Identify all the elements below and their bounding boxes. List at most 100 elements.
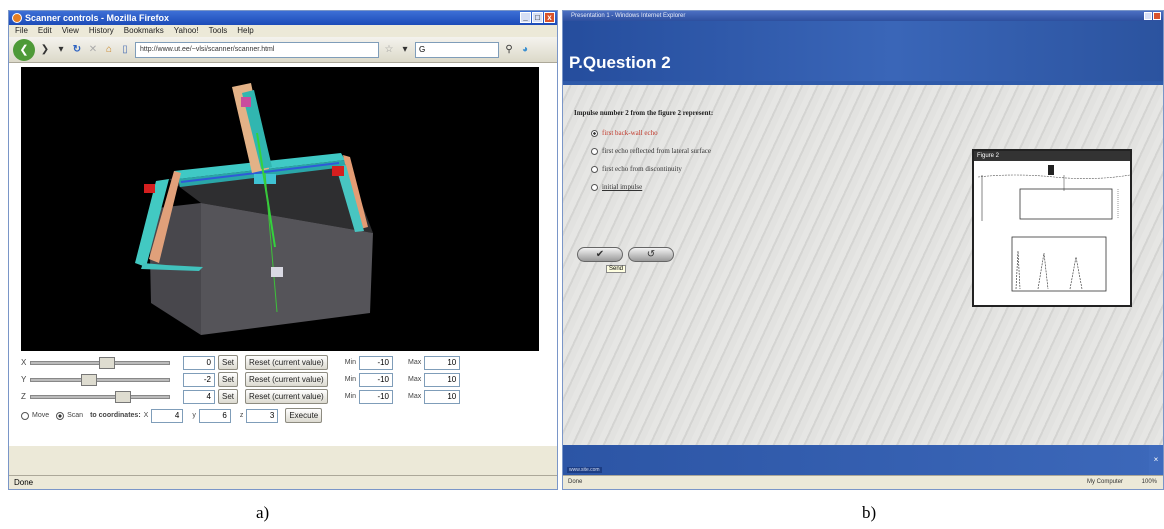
- coord-y-label: y: [192, 412, 196, 419]
- menu-yahoo[interactable]: Yahoo!: [174, 25, 199, 37]
- y-slider[interactable]: [30, 373, 170, 386]
- move-label: Move: [32, 412, 50, 419]
- y-min-input[interactable]: -10: [359, 372, 393, 387]
- minimize-button[interactable]: [1144, 12, 1152, 20]
- search-input[interactable]: G: [415, 41, 499, 58]
- axis-row-z: Z 4 Set Reset (current value) Min -10 Ma…: [21, 388, 541, 405]
- answer-radio[interactable]: [591, 147, 598, 155]
- close-button[interactable]: [1153, 12, 1161, 20]
- axis-label: Z: [21, 392, 26, 401]
- title-bar: Scanner controls - Mozilla Firefox _ □ x: [9, 11, 557, 25]
- coordinate-row: Move Scan to coordinates: X 4 y 6 z 3 Ex…: [21, 407, 541, 424]
- coord-z-input[interactable]: 3: [246, 408, 279, 423]
- footer-link[interactable]: www.site.com: [567, 467, 602, 473]
- figure-title: Figure 2: [974, 151, 1130, 161]
- coord-x-label: X: [143, 412, 149, 419]
- x-min-input[interactable]: -10: [359, 355, 393, 370]
- scanner-model-graphic: [135, 83, 373, 335]
- menu-history[interactable]: History: [89, 25, 114, 37]
- bookmark-star-icon[interactable]: ☆: [383, 43, 395, 57]
- answer-option[interactable]: first echo reflected from lateral surfac…: [591, 147, 711, 155]
- answer-label: initial impulse: [602, 183, 643, 191]
- x-value-input[interactable]: 0: [183, 355, 215, 370]
- reset-button[interactable]: Reset (current value): [245, 355, 328, 370]
- answer-radio[interactable]: [591, 165, 598, 173]
- close-button[interactable]: x: [544, 12, 555, 23]
- url-input[interactable]: http://www.ut.ee/~vlsi/scanner/scanner.h…: [135, 41, 379, 58]
- answer-option[interactable]: first back-wall echo: [591, 129, 658, 137]
- menu-view[interactable]: View: [62, 25, 79, 37]
- home-icon[interactable]: ⌂: [103, 43, 115, 57]
- max-label: Max: [408, 376, 422, 383]
- scanner-3d-viewport[interactable]: [21, 67, 539, 351]
- zoom-level[interactable]: 100%: [1142, 476, 1157, 489]
- x-slider[interactable]: [30, 356, 170, 369]
- set-button[interactable]: Set: [218, 389, 239, 404]
- menu-edit[interactable]: Edit: [38, 25, 52, 37]
- maximize-button[interactable]: □: [532, 12, 543, 23]
- forward-icon[interactable]: ❯: [39, 43, 51, 57]
- z-min-input[interactable]: -10: [359, 389, 393, 404]
- slider-thumb[interactable]: [115, 390, 132, 403]
- reset-button[interactable]: Reset (current value): [245, 372, 328, 387]
- back-icon[interactable]: ❮: [13, 38, 35, 61]
- firefox-window: Scanner controls - Mozilla Firefox _ □ x…: [8, 10, 558, 490]
- submit-check-button[interactable]: ✔: [577, 247, 623, 262]
- answer-radio[interactable]: [591, 183, 598, 191]
- slider-thumb[interactable]: [99, 356, 116, 369]
- addon-icon[interactable]: ◕: [519, 43, 531, 57]
- url-dropdown-icon[interactable]: ▾: [399, 43, 411, 57]
- reset-button[interactable]: Reset (current value): [245, 389, 328, 404]
- status-bar: Done My Computer 100%: [563, 475, 1163, 489]
- footer-band: [563, 445, 1163, 475]
- slider-thumb[interactable]: [80, 373, 97, 386]
- answer-radio[interactable]: [591, 129, 598, 137]
- clear-button[interactable]: ↺: [628, 247, 674, 262]
- menu-bookmarks[interactable]: Bookmarks: [124, 25, 164, 37]
- dropdown-icon[interactable]: ▾: [55, 43, 67, 57]
- coord-y-input[interactable]: 6: [198, 408, 231, 423]
- scan-label: Scan: [67, 412, 84, 419]
- caption-b: b): [862, 503, 877, 522]
- button-tooltip: Send: [606, 265, 627, 273]
- y-value-input[interactable]: -2: [183, 372, 215, 387]
- page-content: X 0 Set Reset (current value) Min -10 Ma…: [9, 63, 557, 446]
- ultrasonic-figure: [977, 165, 1131, 292]
- axis-row-x: X 0 Set Reset (current value) Min -10 Ma…: [21, 354, 541, 371]
- max-label: Max: [408, 359, 422, 366]
- minimize-button[interactable]: _: [520, 12, 531, 23]
- title-bar: Presentation 1 - Windows Internet Explor…: [563, 11, 1163, 21]
- answer-option[interactable]: initial impulse: [591, 183, 642, 191]
- status-text: Done: [568, 479, 583, 485]
- answer-option[interactable]: first echo from discontinuity: [591, 165, 682, 173]
- set-button[interactable]: Set: [218, 372, 239, 387]
- scanner-controls: X 0 Set Reset (current value) Min -10 Ma…: [21, 354, 541, 424]
- search-icon[interactable]: ⚲: [503, 43, 515, 57]
- figure-panel: Figure 2: [972, 149, 1132, 307]
- set-button[interactable]: Set: [218, 355, 239, 370]
- slide-body: Impulse number 2 from the figure 2 repre…: [563, 85, 1163, 489]
- question-text: Impulse number 2 from the figure 2 repre…: [574, 109, 714, 117]
- reload-icon[interactable]: ↻: [71, 43, 83, 57]
- x-max-input[interactable]: 10: [424, 355, 461, 370]
- max-label: Max: [408, 393, 422, 400]
- answer-label: first echo from discontinuity: [602, 165, 682, 173]
- coord-x-input[interactable]: 4: [151, 408, 184, 423]
- z-slider[interactable]: [30, 390, 170, 403]
- menu-file[interactable]: File: [15, 25, 28, 37]
- execute-button[interactable]: Execute: [285, 408, 323, 423]
- menu-help[interactable]: Help: [237, 25, 253, 37]
- y-max-input[interactable]: 10: [424, 372, 461, 387]
- scan-radio[interactable]: [56, 411, 65, 420]
- close-icon[interactable]: ×: [1149, 445, 1163, 475]
- menu-bar: File Edit View History Bookmarks Yahoo! …: [9, 25, 557, 37]
- menu-tools[interactable]: Tools: [209, 25, 228, 37]
- stop-icon[interactable]: ✕: [87, 43, 99, 57]
- window-title: Presentation 1 - Windows Internet Explor…: [571, 13, 686, 19]
- firefox-icon: [12, 13, 22, 23]
- z-value-input[interactable]: 4: [183, 389, 215, 404]
- ie-window: Presentation 1 - Windows Internet Explor…: [562, 10, 1164, 490]
- move-radio[interactable]: [21, 411, 29, 420]
- z-max-input[interactable]: 10: [424, 389, 461, 404]
- slide-footer: www.site.com × Done My Computer 100%: [563, 433, 1163, 489]
